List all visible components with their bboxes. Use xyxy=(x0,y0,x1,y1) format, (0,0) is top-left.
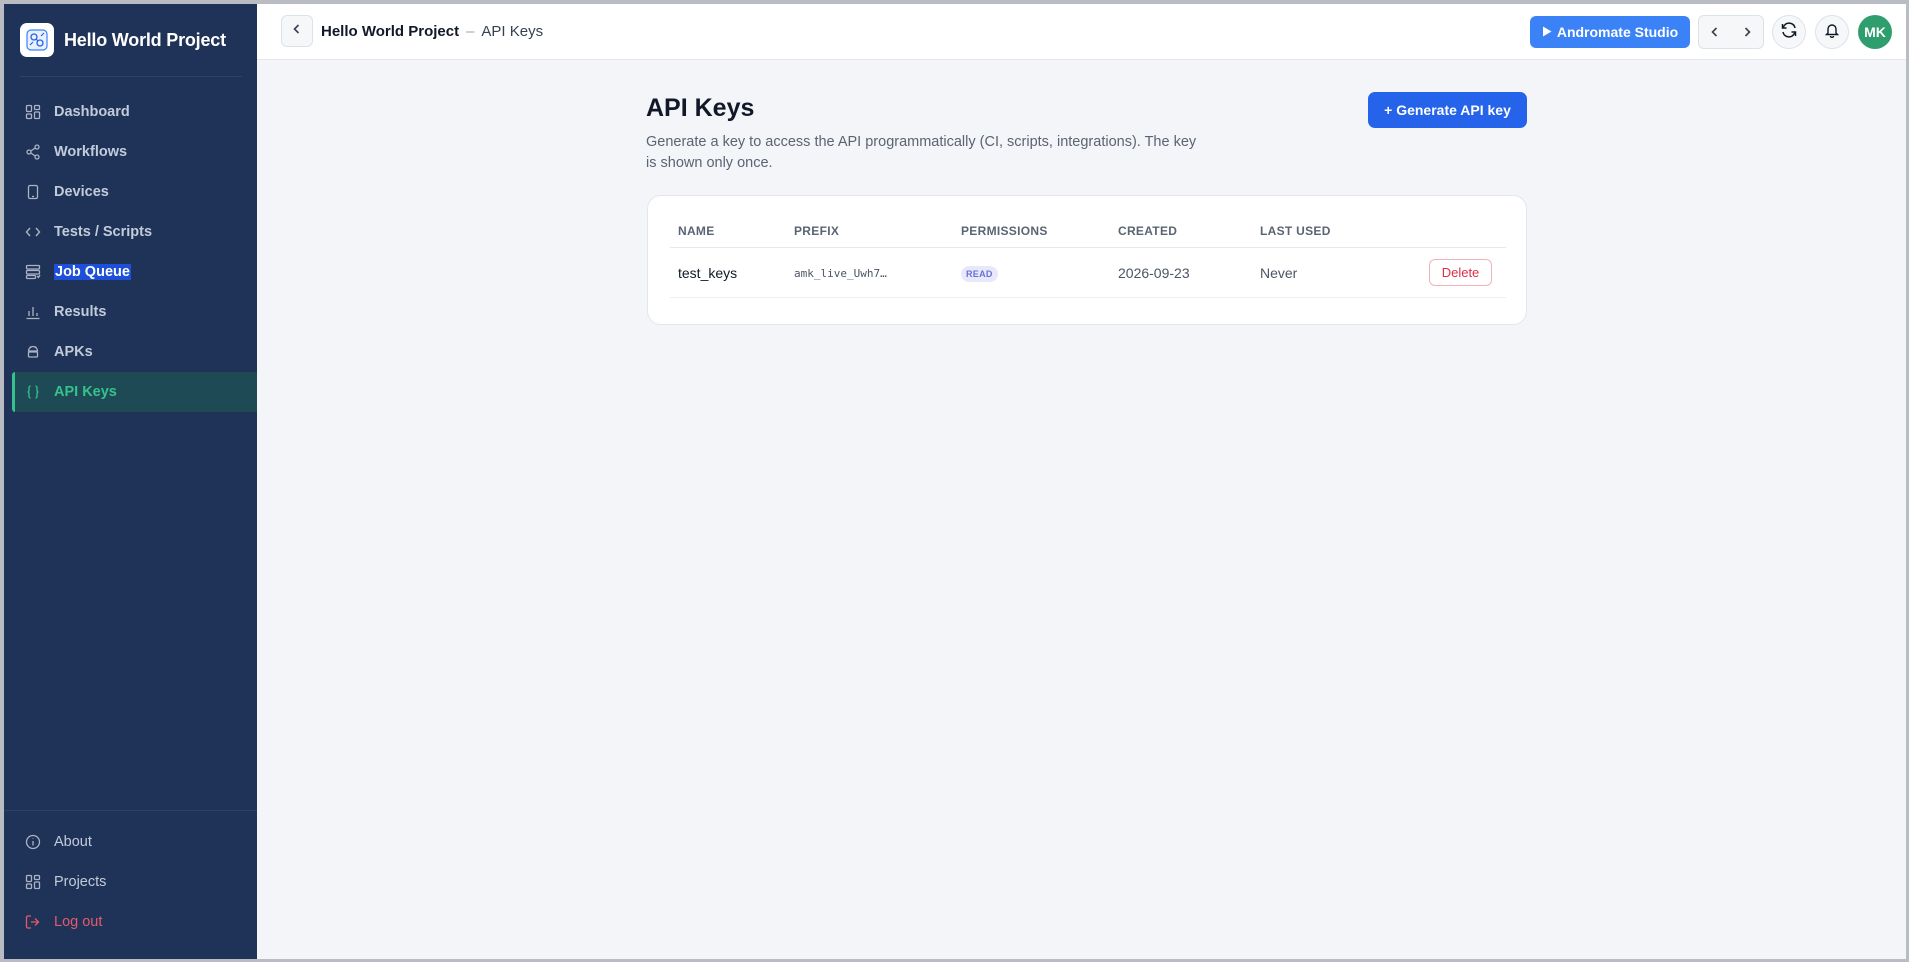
sidebar-item-devices[interactable]: Devices xyxy=(12,172,257,212)
refresh-icon xyxy=(1780,21,1798,44)
column-header-last-used: LAST USED xyxy=(1260,224,1331,238)
logout-icon xyxy=(24,913,42,931)
notifications-button[interactable] xyxy=(1815,15,1849,49)
sidebar-item-workflows[interactable]: Workflows xyxy=(12,132,257,172)
sidebar-item-label: Projects xyxy=(54,874,107,890)
key-last-used: Never xyxy=(1260,265,1298,281)
breadcrumb-separator: – xyxy=(466,23,475,40)
project-title: Hello World Project xyxy=(64,29,226,50)
sidebar-footer: About Projects Log out xyxy=(12,822,257,942)
project-brand[interactable]: Hello World Project xyxy=(20,23,226,57)
refresh-button[interactable] xyxy=(1772,15,1806,49)
key-created: 2026-09-23 xyxy=(1118,265,1190,281)
column-header-created: CREATED xyxy=(1118,224,1178,238)
api-keys-table-card: NAME PREFIX PERMISSIONS CREATED LAST USE… xyxy=(647,195,1527,325)
key-name: test_keys xyxy=(678,265,738,281)
permission-badge: READ xyxy=(961,266,998,282)
column-header-prefix: PREFIX xyxy=(794,224,840,238)
bar-chart-icon xyxy=(24,303,42,321)
bell-icon xyxy=(1824,22,1840,43)
sidebar-item-dashboard[interactable]: Dashboard xyxy=(12,92,257,132)
braces-icon xyxy=(24,383,42,401)
sidebar-item-api-keys[interactable]: API Keys xyxy=(12,372,257,412)
share-icon xyxy=(24,143,42,161)
sidebar-nav: Dashboard Workflows Devices Tests / Scri… xyxy=(12,92,257,412)
history-pager xyxy=(1698,15,1764,49)
divider xyxy=(4,810,257,811)
generate-api-key-button[interactable]: + Generate API key xyxy=(1368,92,1527,128)
phone-icon xyxy=(24,183,42,201)
andromate-studio-button[interactable]: Andromate Studio xyxy=(1530,16,1690,48)
sidebar-item-tests-scripts[interactable]: Tests / Scripts xyxy=(12,212,257,252)
dashboard-icon xyxy=(24,103,42,121)
sidebar-item-label: Tests / Scripts xyxy=(54,224,153,240)
back-button[interactable] xyxy=(281,15,313,47)
sidebar-item-label: Log out xyxy=(54,914,103,930)
sidebar-item-label: Dashboard xyxy=(54,104,130,120)
divider xyxy=(20,76,242,77)
project-logo-icon xyxy=(20,23,54,57)
delete-key-button[interactable]: Delete xyxy=(1429,259,1492,286)
sidebar-item-apks[interactable]: APKs xyxy=(12,332,257,372)
key-prefix: amk_live_Uwh7… xyxy=(794,267,887,280)
queue-icon xyxy=(24,263,42,281)
andromate-studio-label: Andromate Studio xyxy=(1556,24,1679,40)
page-description: Generate a key to access the API program… xyxy=(646,134,1197,171)
breadcrumb-page: API Keys xyxy=(481,23,544,40)
sidebar-item-label: About xyxy=(54,834,92,850)
sidebar-item-label: API Keys xyxy=(54,384,117,400)
column-header-permissions: PERMISSIONS xyxy=(961,224,1048,238)
topbar: Hello World Project – API Keys Andromate… xyxy=(257,4,1906,60)
info-icon xyxy=(24,833,42,851)
sidebar-item-label: Results xyxy=(54,304,107,320)
play-icon xyxy=(1542,24,1552,40)
breadcrumb: Hello World Project – API Keys xyxy=(321,23,543,40)
sidebar-item-about[interactable]: About xyxy=(12,822,257,862)
sidebar-item-job-queue[interactable]: Job Queue xyxy=(12,252,257,292)
sidebar-item-projects[interactable]: Projects xyxy=(12,862,257,902)
column-header-name: NAME xyxy=(678,224,715,238)
code-icon xyxy=(24,223,42,241)
app-window: Hello World Project Dashboard Workflows xyxy=(4,4,1906,959)
grid-icon xyxy=(24,873,42,891)
table-row: test_keys amk_live_Uwh7… READ 2026-09-23… xyxy=(670,248,1506,298)
sidebar-item-label: Job Queue xyxy=(54,264,131,280)
breadcrumb-project[interactable]: Hello World Project xyxy=(321,23,459,40)
chevron-left-icon[interactable] xyxy=(1699,16,1731,48)
sidebar-item-label: Workflows xyxy=(54,144,128,160)
page-title: API Keys xyxy=(646,94,755,122)
table-header: NAME PREFIX PERMISSIONS CREATED LAST USE… xyxy=(670,224,1506,248)
sidebar-item-label: Devices xyxy=(54,184,109,200)
sidebar-item-results[interactable]: Results xyxy=(12,292,257,332)
sidebar-item-logout[interactable]: Log out xyxy=(12,902,257,942)
sidebar-item-label: APKs xyxy=(54,344,93,360)
sidebar: Hello World Project Dashboard Workflows xyxy=(4,4,257,959)
user-avatar[interactable]: MK xyxy=(1858,15,1892,49)
android-icon xyxy=(24,343,42,361)
chevron-left-icon xyxy=(291,22,303,40)
chevron-right-icon[interactable] xyxy=(1731,16,1763,48)
